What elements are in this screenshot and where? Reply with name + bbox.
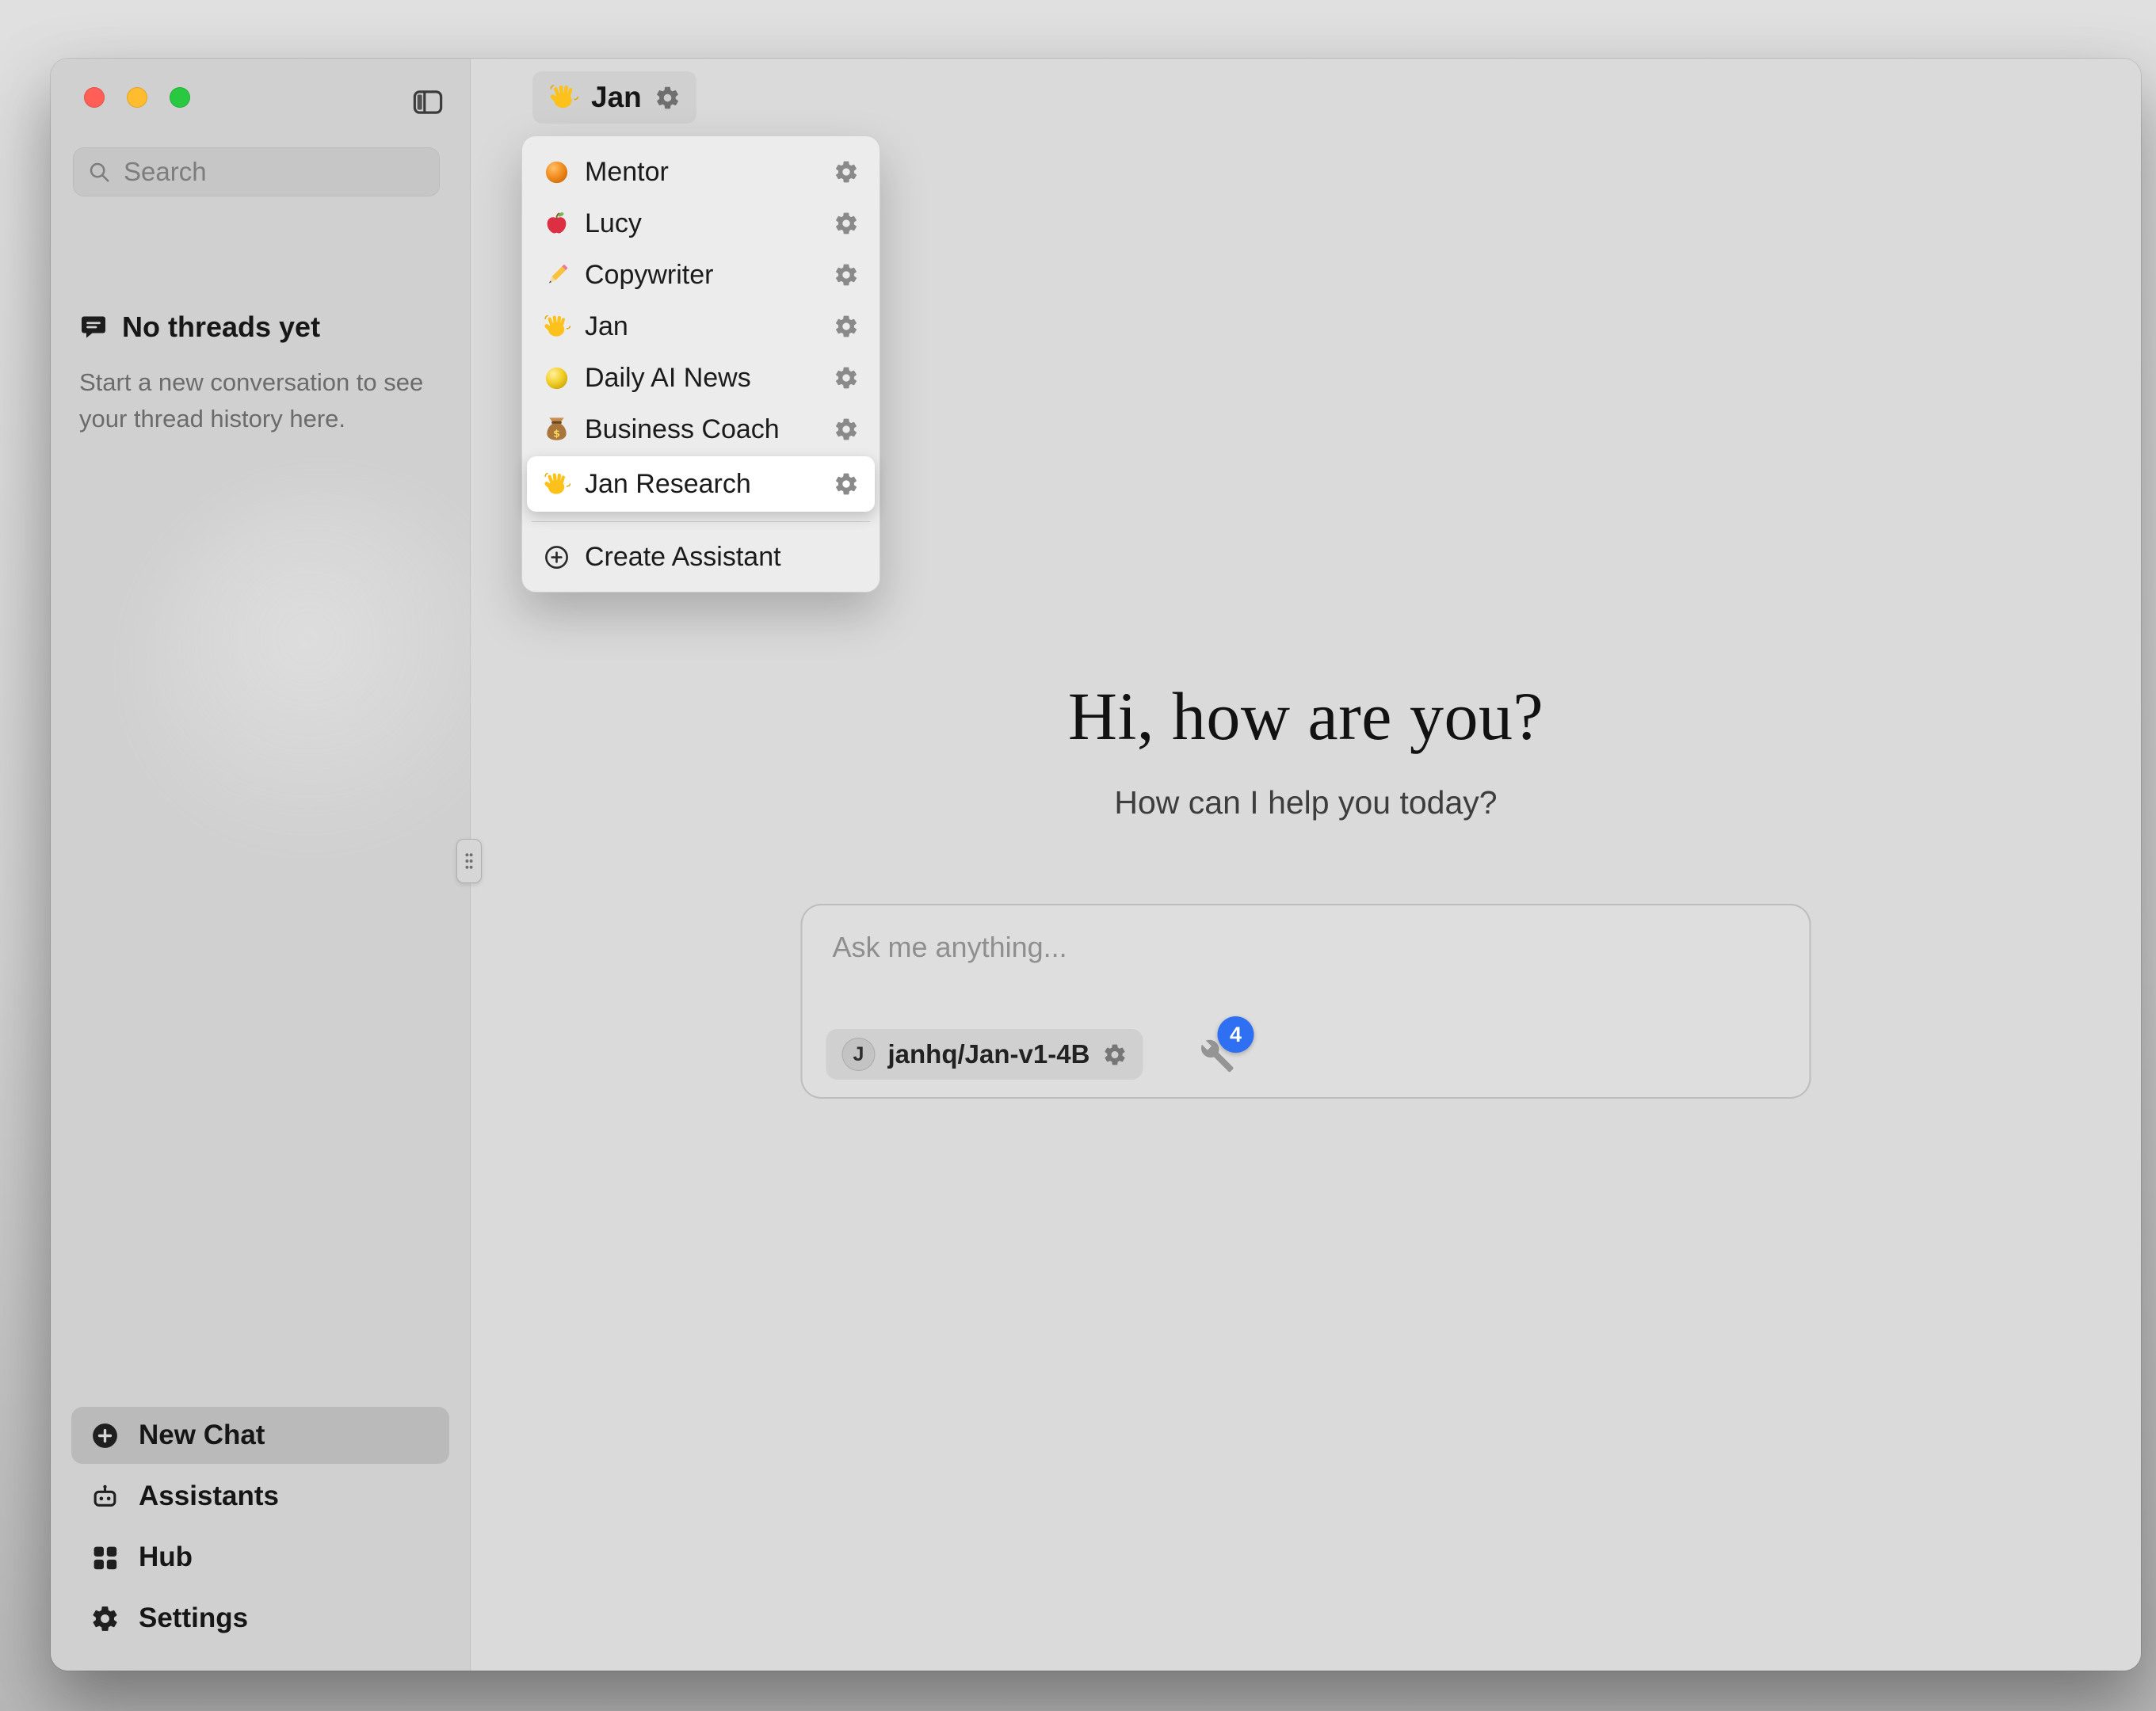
sidebar-item-label: Hub (139, 1541, 193, 1573)
assistant-menu-item-label: Mentor (585, 157, 669, 188)
grid-icon (90, 1543, 120, 1572)
plus-circle-icon (90, 1421, 120, 1450)
sidebar-item-settings[interactable]: Settings (71, 1590, 449, 1647)
sidebar-item-new-chat[interactable]: New Chat (71, 1407, 449, 1464)
search-box[interactable] (73, 147, 440, 196)
close-button[interactable] (84, 87, 105, 108)
gear-icon[interactable] (834, 471, 859, 497)
create-assistant-label: Create Assistant (585, 542, 781, 573)
gear-icon[interactable] (834, 211, 859, 236)
app-window: No threads yet Start a new conversation … (51, 59, 2141, 1671)
assistant-menu-item-copywriter[interactable]: Copywriter (530, 250, 872, 300)
minimize-button[interactable] (127, 87, 147, 108)
gear-icon[interactable] (834, 314, 859, 339)
menu-divider (532, 521, 870, 522)
model-selector[interactable]: J janhq/Jan-v1-4B (826, 1029, 1143, 1080)
sidebar-item-hub[interactable]: Hub (71, 1529, 449, 1586)
gear-icon[interactable] (1102, 1042, 1127, 1067)
sidebar-resize-handle[interactable] (456, 839, 482, 883)
chat-composer[interactable]: J janhq/Jan-v1-4B 4 (801, 904, 1811, 1099)
greeting-subtitle: How can I help you today? (471, 784, 2141, 821)
welcome-section: Hi, how are you? How can I help you toda… (471, 676, 2141, 821)
sidebar-item-label: New Chat (139, 1419, 265, 1451)
assistant-menu-item-jan[interactable]: Jan (530, 301, 872, 352)
gear-icon[interactable] (654, 85, 681, 111)
sidebar-item-label: Assistants (139, 1480, 279, 1512)
gear-icon (90, 1604, 120, 1633)
chat-input[interactable] (831, 928, 1781, 967)
sidebar-item-label: Settings (139, 1602, 248, 1634)
threads-empty-state: No threads yet Start a new conversation … (79, 311, 444, 437)
assistant-menu-item-label: Copywriter (585, 260, 713, 291)
model-avatar: J (842, 1038, 876, 1071)
empty-state-title: No threads yet (122, 311, 320, 344)
assistant-menu-item-label: Jan Research (585, 469, 751, 500)
zoom-button[interactable] (170, 87, 190, 108)
sidebar-toggle-icon (411, 86, 445, 119)
plus-circle-outline-icon (543, 543, 570, 571)
pencil-icon (543, 261, 570, 289)
sidebar-nav: New Chat Assistants Hub Settings (71, 1407, 449, 1647)
greeting-title: Hi, how are you? (471, 676, 2141, 756)
search-input[interactable] (122, 156, 425, 188)
wave-hand-icon (543, 471, 570, 498)
model-name: janhq/Jan-v1-4B (888, 1039, 1090, 1069)
assistant-menu-item-label: Jan (585, 311, 628, 342)
assistant-menu-item-label: Lucy (585, 208, 642, 239)
assistant-menu-item-label: Daily AI News (585, 363, 751, 394)
sidebar: No threads yet Start a new conversation … (51, 59, 471, 1671)
main-area: Jan Mentor Lucy Copywriter Jan (471, 59, 2141, 1671)
yellow-circle-icon (543, 364, 570, 392)
sidebar-toggle-button[interactable] (411, 86, 445, 119)
search-icon (87, 160, 111, 184)
assistant-menu-item-mentor[interactable]: Mentor (530, 147, 872, 197)
apple-icon (543, 210, 570, 238)
money-bag-icon (543, 416, 570, 444)
assistant-name: Jan (591, 81, 642, 114)
wave-hand-icon (548, 82, 578, 112)
window-controls (84, 87, 190, 108)
assistant-selector[interactable]: Jan (532, 71, 696, 124)
background-blur-blob (138, 486, 518, 867)
tools-button[interactable]: 4 (1197, 1037, 1235, 1075)
assistant-menu-item-lucy[interactable]: Lucy (530, 198, 872, 249)
assistant-menu: Mentor Lucy Copywriter Jan Daily AI News (521, 135, 880, 593)
create-assistant-button[interactable]: Create Assistant (530, 532, 872, 582)
assistant-menu-item-business-coach[interactable]: Business Coach (530, 404, 872, 455)
sidebar-item-assistants[interactable]: Assistants (71, 1468, 449, 1525)
gear-icon[interactable] (834, 417, 859, 442)
wave-hand-icon (543, 313, 570, 341)
gear-icon[interactable] (834, 262, 859, 288)
assistant-menu-item-jan-research[interactable]: Jan Research (527, 456, 875, 512)
robot-icon (90, 1482, 120, 1511)
drag-dots-icon (463, 851, 475, 871)
tools-count-badge: 4 (1218, 1016, 1254, 1053)
empty-state-description: Start a new conversation to see your thr… (79, 364, 444, 437)
gear-icon[interactable] (834, 159, 859, 185)
orange-circle-icon (543, 158, 570, 186)
assistant-menu-item-daily-ai-news[interactable]: Daily AI News (530, 352, 872, 403)
assistant-menu-item-label: Business Coach (585, 414, 780, 445)
chat-bubble-icon (79, 313, 108, 341)
gear-icon[interactable] (834, 365, 859, 391)
